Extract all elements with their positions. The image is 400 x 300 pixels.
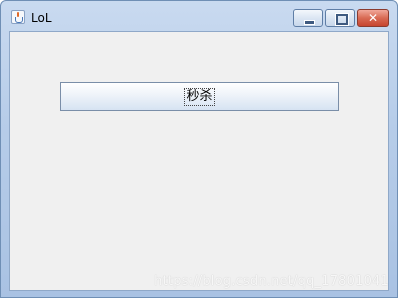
maximize-icon xyxy=(335,13,349,26)
watermark-text: https://blog.csdn.net/qq_17801041 xyxy=(154,274,389,289)
window-controls: ✕ xyxy=(293,9,389,27)
java-coffee-icon xyxy=(11,10,25,24)
app-window: LoL ✕ 秒杀 https://blog.csdn.net/qq_178010… xyxy=(0,0,398,298)
close-icon: ✕ xyxy=(367,11,379,25)
seckill-button[interactable]: 秒杀 xyxy=(60,82,339,111)
maximize-button[interactable] xyxy=(325,9,355,27)
seckill-button-label: 秒杀 xyxy=(184,87,215,106)
cup-mark xyxy=(15,17,23,23)
minimize-icon xyxy=(304,20,315,25)
close-button[interactable]: ✕ xyxy=(357,9,389,27)
minimize-button[interactable] xyxy=(293,9,323,27)
window-title: LoL xyxy=(31,11,52,25)
title-bar[interactable]: LoL ✕ xyxy=(1,1,397,31)
content-pane: 秒杀 xyxy=(9,31,389,291)
